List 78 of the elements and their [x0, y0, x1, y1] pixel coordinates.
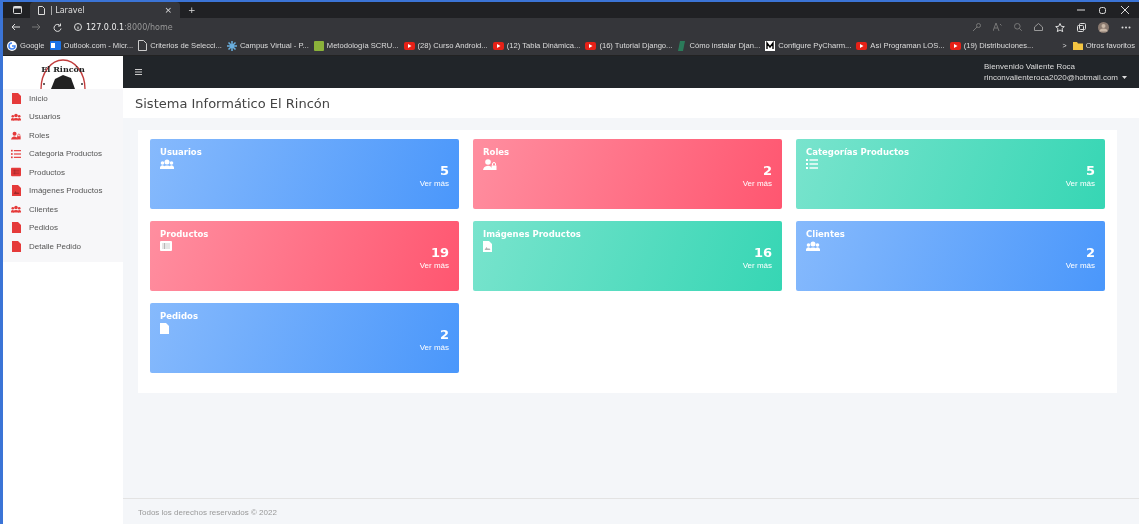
user-lock-icon	[11, 129, 21, 141]
image-file-icon	[483, 241, 492, 252]
card-title: Clientes	[806, 229, 846, 239]
read-aloud-icon[interactable]	[993, 23, 1002, 31]
card-count: 2	[762, 163, 772, 178]
table-icon	[160, 241, 172, 251]
sidebar-item[interactable]: Inicio	[3, 89, 123, 108]
restore-icon[interactable]	[1099, 6, 1107, 14]
file-icon	[11, 222, 21, 234]
folder-icon	[1072, 41, 1083, 50]
minimize-icon[interactable]	[1077, 6, 1085, 14]
leaf-icon	[677, 40, 687, 51]
sidebar-item[interactable]: Productos	[3, 163, 123, 182]
greeting-text: Bienvenido Valiente Roca	[984, 62, 1077, 71]
card-title: Roles	[483, 147, 511, 157]
card-count: 19	[430, 245, 449, 260]
users-icon	[160, 159, 174, 169]
sidebar-item[interactable]: Pedidos	[3, 218, 123, 237]
video-icon	[403, 41, 415, 50]
card-count: 5	[439, 163, 449, 178]
video-icon	[585, 41, 597, 50]
card-title: Imágenes Productos	[483, 229, 582, 239]
new-tab-button[interactable]: +	[188, 5, 196, 15]
caret-icon	[1122, 76, 1127, 79]
key-icon[interactable]	[973, 23, 981, 31]
sidebar-item[interactable]: Imágenes Productos	[3, 181, 123, 200]
reload-icon[interactable]	[53, 22, 62, 32]
sidebar-item[interactable]: Roles	[3, 126, 123, 145]
menu-icon[interactable]	[135, 69, 142, 75]
card-count: 5	[1085, 163, 1095, 178]
card-title: Productos	[160, 229, 210, 239]
table-icon	[11, 167, 21, 178]
list-icon	[11, 148, 21, 159]
user-lock-icon	[483, 159, 497, 170]
sidebar-item[interactable]: Categoria Productos	[3, 144, 123, 163]
more-icon[interactable]	[1121, 25, 1131, 29]
tab-actions-icon[interactable]	[13, 6, 22, 14]
video-icon	[492, 41, 504, 50]
card-count: 2	[1085, 245, 1095, 260]
page-title: Sistema Informático El Rincón	[123, 88, 1139, 118]
users-icon	[11, 204, 21, 215]
footer-text: Todos los derechos reservados © 2022	[123, 498, 1139, 524]
card-title: Categorías Productos	[806, 147, 910, 157]
video-icon	[856, 41, 868, 50]
sidebar-item[interactable]: Detalle Pedido	[3, 237, 123, 256]
users-icon	[11, 111, 21, 122]
card-count: 2	[439, 327, 449, 342]
file-icon	[11, 92, 21, 104]
image-file-icon	[11, 185, 21, 197]
address-bar[interactable]: 127.0.0.1:8000/home	[74, 22, 173, 32]
close-icon[interactable]	[1121, 6, 1129, 14]
collections-icon[interactable]	[1077, 22, 1086, 32]
user-dropdown[interactable]: rinconvalienteroca2020@hotmail.com	[984, 73, 1127, 82]
card-title: Pedidos	[160, 311, 199, 321]
mail-icon	[49, 41, 61, 50]
file-icon	[160, 323, 169, 334]
page-icon	[138, 40, 148, 51]
favorites-icon[interactable]	[1055, 22, 1065, 32]
card-title: Usuarios	[160, 147, 203, 157]
google-icon	[7, 40, 17, 51]
square-icon	[313, 40, 324, 51]
home-star-icon[interactable]	[1034, 23, 1043, 31]
sidebar-item[interactable]: Usuarios	[3, 107, 123, 126]
list-icon	[806, 159, 818, 169]
close-tab-button[interactable]: ×	[164, 5, 172, 15]
back-icon[interactable]	[11, 23, 20, 31]
asterisk-icon	[226, 40, 237, 51]
users-icon	[806, 241, 820, 251]
info-icon	[74, 23, 82, 31]
video-icon	[949, 41, 961, 50]
m-icon	[765, 40, 776, 51]
sidebar-item[interactable]: Clientes	[3, 200, 123, 219]
browser-tab[interactable]: | Laravel ×	[30, 2, 180, 18]
file-icon	[11, 240, 21, 252]
avatar-icon[interactable]	[1098, 21, 1109, 33]
forward-icon[interactable]	[32, 23, 41, 31]
card-count: 16	[753, 245, 772, 260]
page-icon	[38, 5, 45, 15]
